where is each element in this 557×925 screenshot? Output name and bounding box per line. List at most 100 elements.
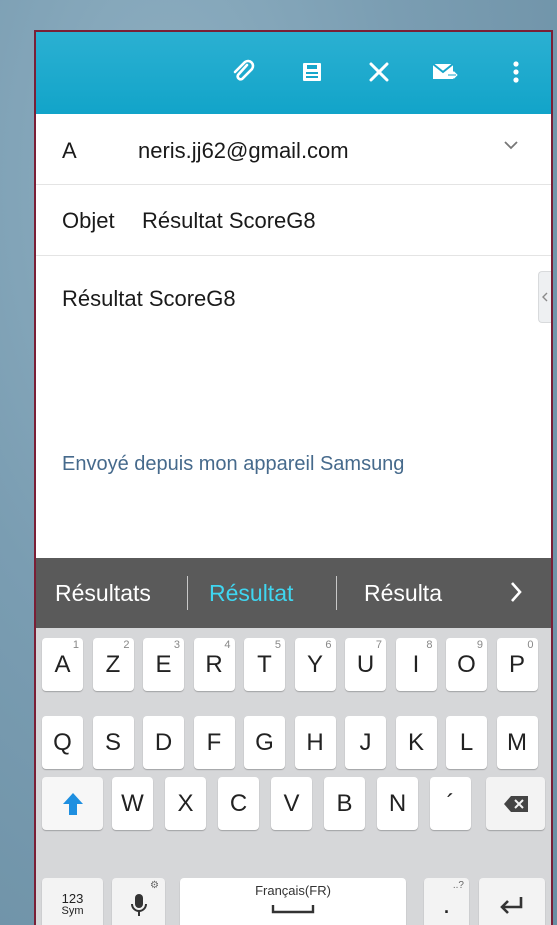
key-r[interactable]: 4R [193,638,235,691]
chevron-down-icon[interactable] [502,134,520,160]
to-row[interactable]: A neris.jj62@gmail.com [36,114,551,185]
to-field[interactable]: neris.jj62@gmail.com [138,138,349,164]
suggestion-item[interactable]: Résulta [364,558,442,628]
key-j[interactable]: J [345,716,386,769]
subject-row[interactable]: Objet Résultat ScoreG8 [36,185,551,256]
key-label: V [283,789,300,817]
subject-label: Objet [62,208,115,233]
key-label: L [459,728,474,756]
key-label: ´ [446,789,455,817]
key-s[interactable]: S [92,716,134,769]
edge-panel-handle[interactable] [538,271,551,323]
key-hint: 4 [224,639,231,651]
key-label: T [257,650,272,678]
message-body[interactable]: Résultat ScoreG8 Envoyé depuis mon appar… [36,256,551,558]
suggestion-item[interactable]: Résultats [55,558,151,628]
more-icon[interactable] [500,56,532,88]
key-b[interactable]: B [324,777,365,830]
key-label: G [255,728,274,756]
key-y[interactable]: 6Y [294,638,336,691]
key-hint: 9 [476,639,483,651]
key-label: N [388,789,407,817]
enter-key[interactable] [479,878,545,925]
key-label: O [457,650,476,678]
key-label: F [206,728,222,756]
key-label: P [508,650,525,678]
key-o[interactable]: 9O [446,638,487,691]
key-accent[interactable]: ´ [430,777,471,830]
key-label: Y [306,650,323,678]
key-label: X [177,789,194,817]
key-q[interactable]: Q [42,716,83,769]
key-label: A [54,650,71,678]
key-label: M [507,728,527,756]
key-hint: 8 [426,639,433,651]
key-h[interactable]: H [294,716,336,769]
phone-screen: A neris.jj62@gmail.com Objet Résultat Sc… [34,30,553,925]
voice-input-key[interactable]: ⚙ [112,878,165,925]
key-f[interactable]: F [193,716,235,769]
key-label: Z [105,650,121,678]
key-d[interactable]: D [143,716,184,769]
symbols-key-sublabel: Sym [61,904,84,917]
key-t[interactable]: 5T [244,638,285,691]
backspace-key[interactable] [486,777,545,830]
save-icon[interactable] [296,56,328,88]
settings-hint-icon: ⚙ [150,880,159,891]
period-key-hint: ..? [452,880,464,891]
to-label: A [62,138,77,163]
key-label: S [104,728,121,756]
chevron-right-icon[interactable] [509,581,523,609]
compose-toolbar [36,32,551,114]
space-bar[interactable]: Français(FR) [180,878,406,925]
close-icon[interactable] [363,56,395,88]
key-p[interactable]: 0P [496,638,538,691]
send-icon[interactable] [429,56,461,88]
divider [187,576,188,610]
key-label: K [407,728,424,756]
key-x[interactable]: X [165,777,206,830]
key-label: U [356,650,375,678]
key-c[interactable]: C [218,777,259,830]
key-hint: 0 [527,639,534,651]
key-k[interactable]: K [395,716,437,769]
key-w[interactable]: W [112,777,153,830]
key-u[interactable]: 7U [345,638,386,691]
key-label: W [121,789,144,817]
keyboard: 1A2Z3E4R5T6Y7U8I9O0P QSDFGHJKLM W X C V B N ´ … [36,628,551,925]
key-label: J [359,728,372,756]
body-text: Résultat ScoreG8 [62,286,236,311]
key-hint: 6 [325,639,332,651]
divider [336,576,337,610]
symbols-key-label: 123 [61,890,84,906]
period-key-label: . [442,889,451,919]
key-a[interactable]: 1A [42,638,83,691]
key-hint: 1 [72,639,79,651]
key-hint: 5 [274,639,281,651]
shift-key[interactable] [42,777,103,830]
key-m[interactable]: M [496,716,538,769]
key-label: Q [53,728,72,756]
key-label: C [229,789,248,817]
key-label: H [306,728,324,756]
suggestion-bar: Résultats Résultat Résulta [36,558,551,628]
key-i[interactable]: 8I [395,638,437,691]
paperclip-icon[interactable] [227,56,259,88]
space-bar-label: Français(FR) [255,883,331,898]
key-label: R [205,650,223,678]
key-e[interactable]: 3E [143,638,184,691]
suggestion-item-active[interactable]: Résultat [209,558,293,628]
key-hint: 7 [375,639,382,651]
key-l[interactable]: L [446,716,487,769]
key-n[interactable]: N [377,777,418,830]
key-hint: 2 [123,639,130,651]
period-key[interactable]: ..? . [424,878,469,925]
key-v[interactable]: V [271,777,312,830]
key-label: B [336,789,353,817]
key-label: I [412,650,420,678]
subject-field[interactable]: Résultat ScoreG8 [142,208,316,234]
key-g[interactable]: G [244,716,285,769]
signature-text: Envoyé depuis mon appareil Samsung [62,453,405,475]
key-z[interactable]: 2Z [92,638,134,691]
symbols-key[interactable]: 123 Sym [42,878,103,925]
